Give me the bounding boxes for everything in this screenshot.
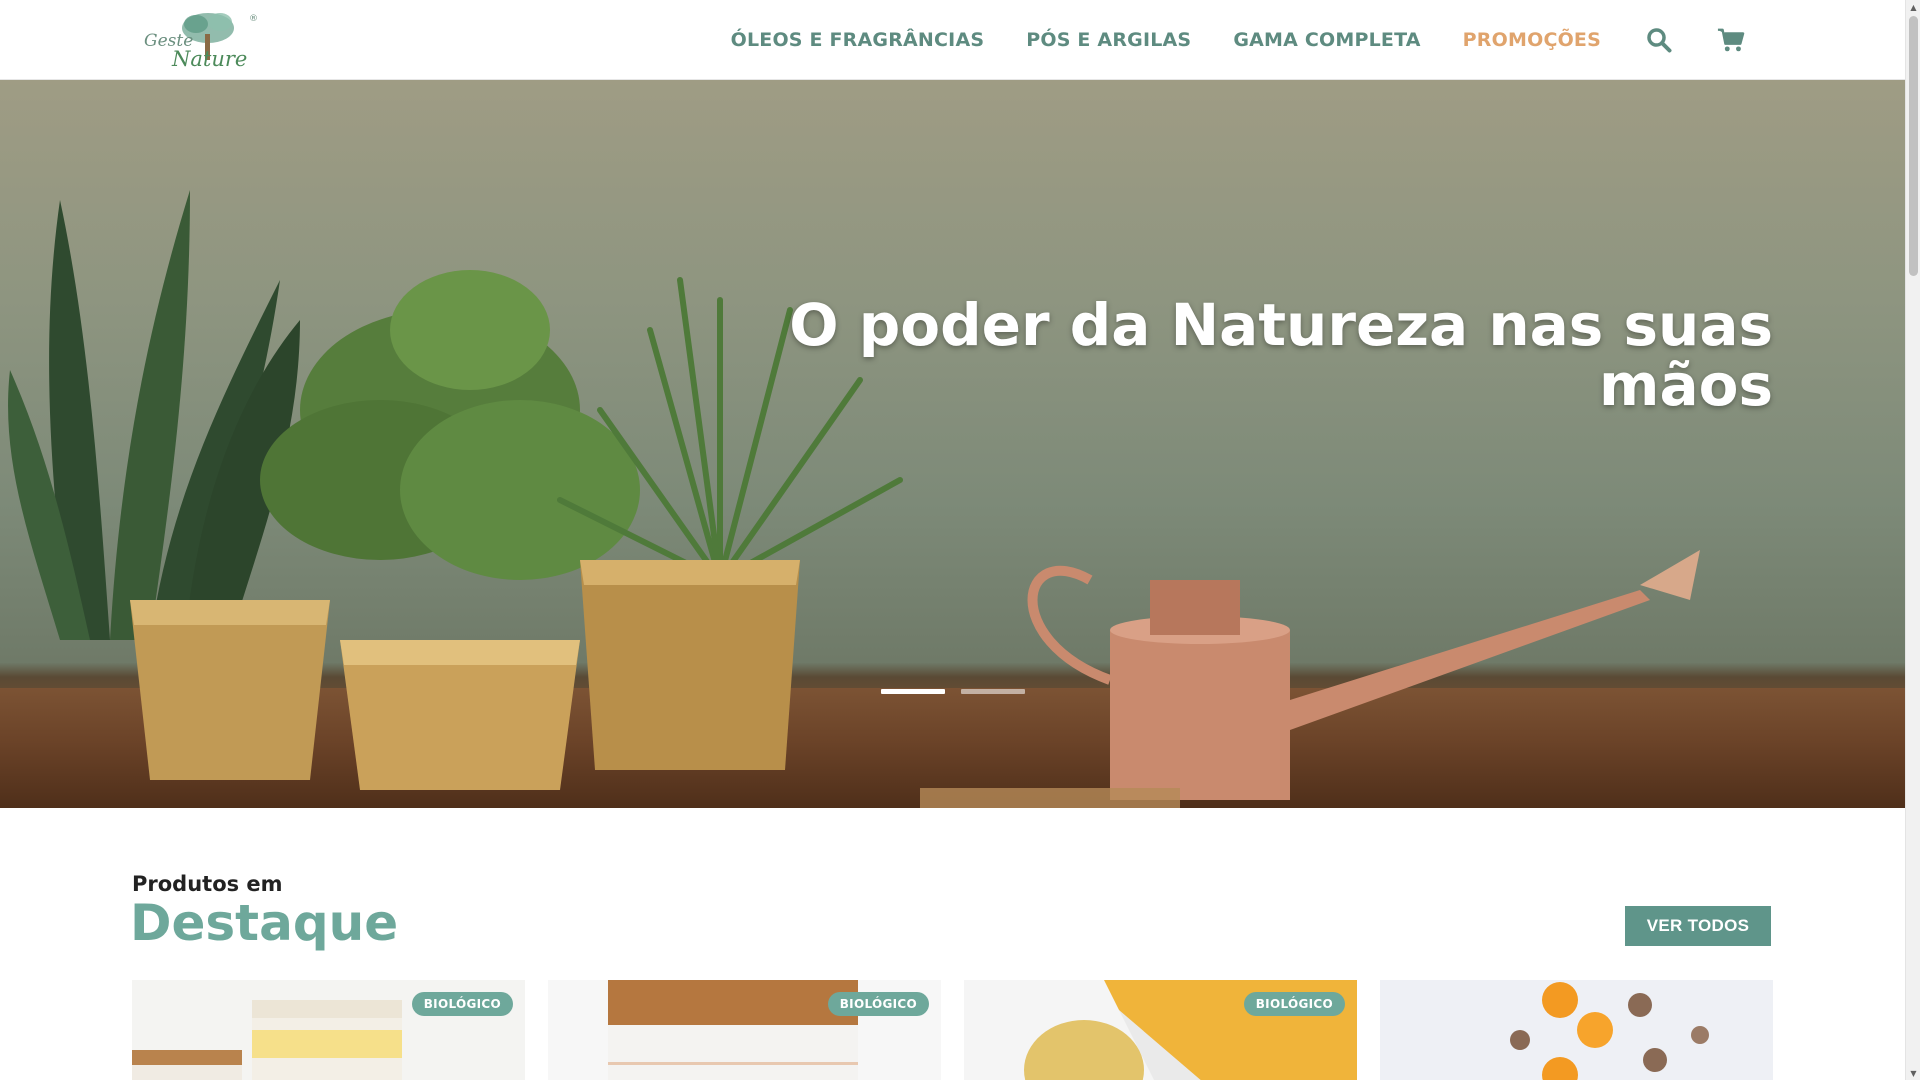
featured-section: Produtos em Destaque VER TODOS BIOLÓGICO… bbox=[0, 808, 1905, 1080]
nav-oleos-fragrancias[interactable]: ÓLEOS E FRAGRÂNCIAS bbox=[731, 29, 985, 51]
nav-pos-argilas[interactable]: PÓS E ARGILAS bbox=[1026, 29, 1191, 51]
featured-title: Destaque bbox=[130, 894, 399, 952]
slider-dot-1[interactable] bbox=[880, 689, 945, 694]
scroll-up-arrow[interactable]: ▲ bbox=[1906, 0, 1920, 14]
slider-dot-2[interactable] bbox=[960, 689, 1025, 694]
organic-badge: BIOLÓGICO bbox=[1243, 992, 1345, 1016]
organic-badge: BIOLÓGICO bbox=[827, 992, 929, 1016]
hero-banner: O poder da Natureza nas suas mãos bbox=[0, 80, 1905, 808]
svg-text:®: ® bbox=[249, 14, 258, 24]
slider-dots bbox=[0, 689, 1905, 694]
scroll-thumb[interactable] bbox=[1909, 16, 1918, 276]
product-card[interactable]: BIOLÓGICO bbox=[548, 980, 941, 1080]
main-nav: ÓLEOS E FRAGRÂNCIAS PÓS E ARGILAS GAMA C… bbox=[689, 0, 1745, 80]
cart-icon[interactable] bbox=[1717, 26, 1745, 54]
product-card[interactable]: BIOLÓGICO bbox=[132, 980, 525, 1080]
organic-badge: BIOLÓGICO bbox=[411, 992, 513, 1016]
nav-promocoes[interactable]: PROMOÇÕES bbox=[1463, 29, 1601, 51]
hero-title: O poder da Natureza nas suas mãos bbox=[789, 291, 1773, 419]
product-card[interactable]: BIOLÓGICO bbox=[964, 980, 1357, 1080]
svg-text:Nature: Nature bbox=[171, 47, 247, 71]
featured-subtitle: Produtos em bbox=[132, 872, 283, 896]
product-list: BIOLÓGICO BIOLÓGICO BIOLÓGICO bbox=[132, 980, 1774, 1080]
site-header: Geste Nature ® ÓLEOS E FRAGRÂNCIAS PÓS E… bbox=[0, 0, 1905, 80]
hero-image bbox=[8, 190, 1700, 808]
view-all-button[interactable]: VER TODOS bbox=[1625, 906, 1771, 946]
brand-logo[interactable]: Geste Nature ® bbox=[142, 8, 272, 72]
product-image bbox=[1380, 980, 1773, 1080]
search-icon[interactable] bbox=[1645, 26, 1673, 54]
page-scrollbar[interactable]: ▲ ▼ bbox=[1905, 0, 1920, 1080]
product-card[interactable] bbox=[1380, 980, 1773, 1080]
nav-gama-completa[interactable]: GAMA COMPLETA bbox=[1233, 29, 1420, 51]
scroll-down-arrow[interactable]: ▼ bbox=[1906, 1066, 1920, 1080]
